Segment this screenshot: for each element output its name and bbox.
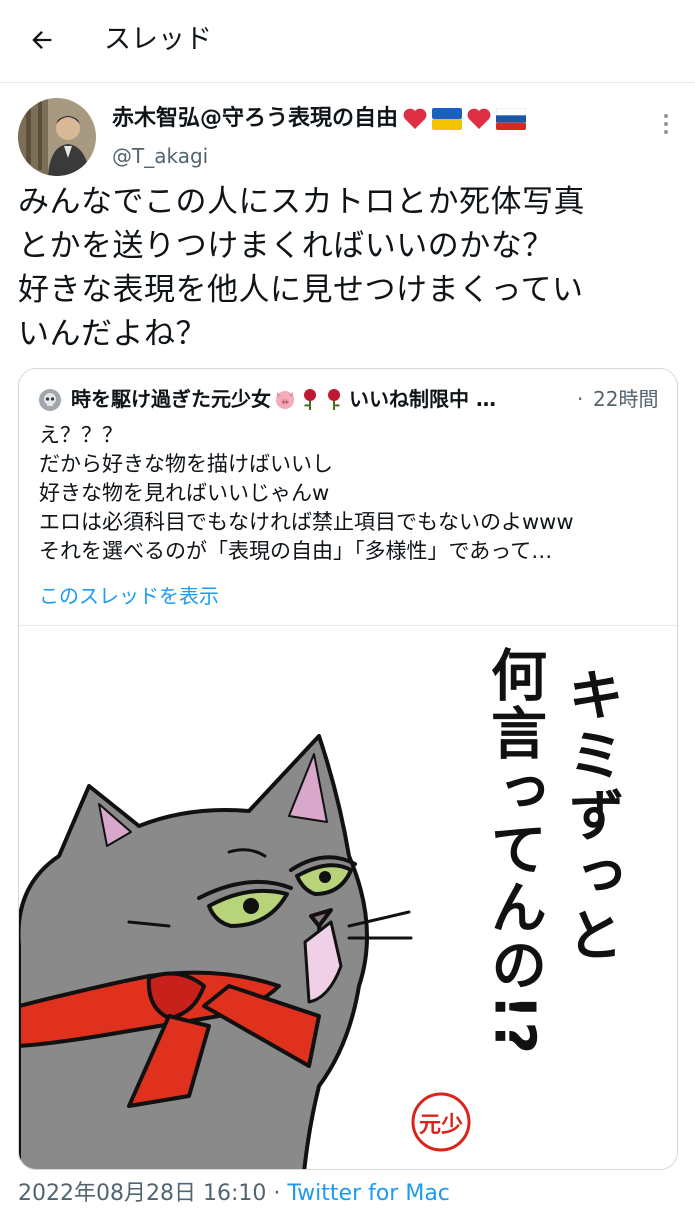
rose-icon: [304, 389, 316, 410]
ukraine-flag-icon: [432, 108, 463, 130]
back-button[interactable]: [24, 22, 60, 58]
avatar[interactable]: [18, 98, 96, 176]
top-bar: スレッド: [0, 0, 695, 83]
quoted-display-name[interactable]: 時を駆け過ぎた元少女 いいね制限中 …: [71, 383, 496, 415]
more-dots-icon: [664, 114, 668, 118]
tweet-text-line: いんだよね？: [18, 316, 207, 352]
caption-column-left: 何言ってんの!?: [482, 646, 547, 1056]
more-options-button[interactable]: [656, 110, 676, 138]
tweet-meta: 2022年08月28日 16:10 · Twitter for Mac: [18, 1181, 450, 1206]
pig-face-icon: [276, 391, 294, 409]
page-title: スレッド: [104, 24, 212, 55]
author-display-name[interactable]: 赤木智弘@守ろう表現の自由: [112, 103, 527, 135]
tweet-text-line: みんなでこの人にスカトロとか死体写真: [18, 184, 585, 220]
arrow-left-icon: [32, 31, 52, 49]
quoted-text-line: え？？？: [39, 423, 123, 447]
rose-icon: [328, 389, 340, 410]
quoted-text-line: 好きな物を見ればいいじゃんw: [39, 481, 330, 505]
quoted-text: え？？？ だから好きな物を描けばいいし 好きな物を見ればいいじゃんw エロは必須…: [39, 421, 659, 566]
svg-text:元少: 元少: [419, 1112, 463, 1138]
tweet-timestamp[interactable]: 2022年08月28日 16:10: [18, 1181, 266, 1206]
quoted-timestamp[interactable]: 22時間: [593, 383, 658, 415]
quoted-text-line: だから好きな物を描けばいいし: [39, 452, 333, 476]
quoted-image[interactable]: キミずっと 何言ってんの!? 元少: [19, 625, 677, 1169]
russia-flag-icon: [496, 108, 527, 130]
quoted-text-line: それを選べるのが「表現の自由」「多様性」であって…: [39, 539, 553, 563]
quoted-avatar[interactable]: [39, 389, 61, 411]
show-thread-link[interactable]: このスレッドを表示: [39, 581, 219, 611]
tweet-source-link[interactable]: Twitter for Mac: [287, 1181, 450, 1206]
skull-icon: [44, 393, 56, 406]
quoted-tweet-card[interactable]: 時を駆け過ぎた元少女 いいね制限中 … · 22時間 え？？？ だから好きな物を…: [18, 368, 678, 1170]
quoted-text-line: エロは必須科目でもなければ禁止項目でもないのよwww: [39, 510, 574, 534]
tweet-text-line: とかを送りつけまくればいいのかな？: [18, 228, 554, 264]
separator-dot: ·: [577, 387, 584, 411]
cat-illustration: [19, 734, 413, 1169]
red-heart-icon: [403, 108, 427, 129]
seal-stamp: 元少: [411, 1092, 471, 1152]
caption-column-right: キミずっと: [559, 666, 624, 966]
author-handle[interactable]: @T_akagi: [112, 142, 208, 170]
red-heart-icon: [467, 108, 491, 129]
tweet-text: みんなでこの人にスカトロとか死体写真 とかを送りつけまくればいいのかな？ 好きな…: [18, 180, 683, 356]
tweet-text-line: 好きな表現を他人に見せつけまくってい: [18, 272, 584, 308]
